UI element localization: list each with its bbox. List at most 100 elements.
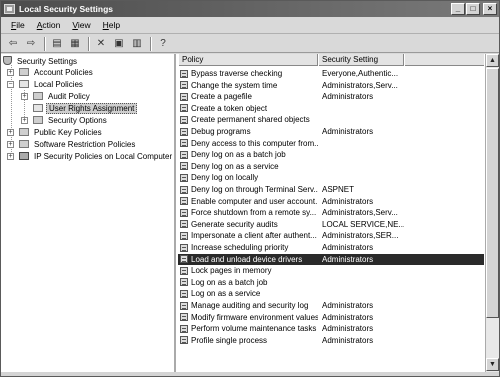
tree-node-software-restriction-policies[interactable]: Software Restriction Policies	[19, 139, 137, 150]
policy-cell: Profile single process	[178, 335, 318, 346]
table-row[interactable]: Debug programs Administrators	[178, 126, 484, 137]
scroll-thumb[interactable]	[486, 68, 499, 318]
delete-icon[interactable]: ✕	[93, 37, 109, 51]
policy-cell: Manage auditing and security log	[178, 300, 318, 311]
close-icon[interactable]: ×	[483, 3, 497, 15]
folder-icon	[19, 139, 29, 148]
policy-list[interactable]: Policy Security Setting Bypass traverse …	[178, 54, 484, 372]
tree-node-security-options[interactable]: Security Options	[33, 115, 109, 126]
table-row[interactable]: Modify firmware environment values Admini…	[178, 312, 484, 323]
tree-node-label: Public Key Policies	[34, 128, 102, 137]
tree-node-public-key-policies[interactable]: Public Key Policies	[19, 127, 104, 138]
tree-node-account-policies[interactable]: Account Policies	[19, 67, 95, 78]
table-row[interactable]: Create a token object	[178, 103, 484, 114]
table-row[interactable]: Deny log on as a batch job	[178, 149, 484, 160]
help-icon[interactable]: ?	[155, 37, 171, 51]
scroll-down-icon[interactable]: ▼	[486, 358, 499, 371]
table-row[interactable]: Load and unload device drivers Administra…	[178, 253, 484, 265]
toolbar-separator	[88, 36, 90, 51]
security-setting-cell: Administrators	[322, 312, 374, 322]
policy-name: Lock pages in memory	[191, 266, 272, 276]
expand-icon[interactable]: +	[7, 69, 14, 76]
policy-cell: Create a pagefile	[178, 91, 318, 102]
table-row[interactable]: Increase scheduling priority Administrato…	[178, 242, 484, 253]
table-row[interactable]: Perform volume maintenance tasks Administ…	[178, 323, 484, 334]
tree-node-ip-security-policies[interactable]: IP Security Policies on Local Computer	[19, 151, 174, 162]
table-row[interactable]: Deny access to this computer from...	[178, 138, 484, 149]
tree-node-root[interactable]: Security Settings	[3, 56, 79, 67]
table-row[interactable]: Log on as a service	[178, 288, 484, 299]
properties-icon[interactable]: ▣	[111, 37, 127, 51]
policy-icon	[180, 197, 188, 206]
tree-node-label: Audit Policy	[48, 92, 90, 101]
menu-action[interactable]: Action	[31, 17, 67, 34]
show-hide-tree-icon[interactable]: ▦	[67, 37, 83, 51]
policy-name: Bypass traverse checking	[191, 69, 283, 78]
table-row[interactable]: Log on as a batch job	[178, 277, 484, 288]
tree-pane[interactable]: Security Settings + Account Policies − L…	[1, 54, 176, 372]
table-row[interactable]: Force shutdown from a remote sy... Admini…	[178, 207, 484, 218]
table-row[interactable]: Create a pagefile Administrators	[178, 91, 484, 102]
policy-icon	[180, 278, 188, 287]
security-setting-cell: Administrators,Serv...	[322, 80, 398, 90]
collapse-icon[interactable]: −	[7, 81, 14, 88]
security-setting-cell	[318, 149, 404, 160]
table-row[interactable]: Deny log on through Terminal Serv... ASPN…	[178, 184, 484, 195]
table-row[interactable]: Change the system time Administrators,Ser…	[178, 80, 484, 91]
expand-icon[interactable]: +	[21, 117, 28, 124]
export-list-icon[interactable]: ▥	[129, 37, 145, 51]
expand-icon[interactable]: +	[7, 141, 14, 148]
security-setting-cell	[318, 114, 404, 125]
window-title: Local Security Settings	[19, 4, 113, 14]
column-header-security-setting[interactable]: Security Setting	[318, 54, 404, 66]
table-row[interactable]: Impersonate a client after authent... Adm…	[178, 230, 484, 241]
tree-node-label: Security Options	[48, 116, 107, 125]
folder-icon	[33, 91, 43, 100]
table-row[interactable]: Manage auditing and security log Administ…	[178, 300, 484, 311]
security-setting-cell	[318, 265, 404, 276]
forward-arrow-icon[interactable]: ⇨	[23, 37, 39, 51]
table-row[interactable]: Enable computer and user account... Admin…	[178, 196, 484, 207]
policy-name: Profile single process	[191, 335, 268, 345]
menu-view[interactable]: View	[66, 17, 96, 34]
scroll-up-icon[interactable]: ▲	[486, 54, 499, 67]
maximize-icon[interactable]: □	[466, 3, 480, 15]
menu-file-label: ile	[16, 19, 25, 30]
security-setting-cell: Administrators	[318, 253, 404, 265]
tree-node-audit-policy[interactable]: Audit Policy	[33, 91, 92, 102]
table-row[interactable]: Lock pages in memory	[178, 265, 484, 276]
table-row[interactable]: Generate security audits LOCAL SERVICE,NE…	[178, 219, 484, 230]
expand-icon[interactable]: +	[21, 93, 28, 100]
tree-node-user-rights-assignment[interactable]: User Rights Assignment	[33, 103, 138, 114]
folder-icon	[33, 115, 43, 124]
table-row[interactable]: Deny log on as a service	[178, 161, 484, 172]
policy-name: Modify firmware environment values	[191, 312, 318, 322]
list-header: Policy Security Setting	[178, 54, 484, 66]
policy-icon	[180, 104, 188, 113]
tree-node-local-policies[interactable]: Local Policies	[19, 79, 85, 90]
folder-icon	[19, 127, 29, 136]
menu-help[interactable]: Help	[97, 17, 126, 34]
title-bar[interactable]: Local Security Settings _ □ ×	[1, 1, 499, 17]
vertical-scrollbar[interactable]: ▲ ▼	[485, 54, 499, 372]
menu-file[interactable]: File	[5, 17, 31, 34]
security-setting-cell: Administrators	[322, 196, 374, 206]
main-window: Local Security Settings _ □ × File Actio…	[0, 0, 500, 377]
policy-icon	[180, 266, 188, 275]
back-arrow-icon[interactable]: ⇦	[5, 37, 21, 51]
policy-cell: Enable computer and user account...	[178, 196, 318, 207]
expand-icon[interactable]: +	[7, 129, 14, 136]
table-row[interactable]: Create permanent shared objects	[178, 114, 484, 125]
policy-cell: Generate security audits	[178, 219, 318, 230]
expand-icon[interactable]: +	[7, 153, 14, 160]
minimize-icon[interactable]: _	[451, 3, 465, 15]
up-folder-icon[interactable]: ▤	[49, 37, 65, 51]
column-header-policy[interactable]: Policy	[178, 54, 318, 66]
policy-name: Deny log on as a batch job	[191, 150, 286, 160]
security-setting-cell: ASPNET	[322, 185, 355, 194]
table-row[interactable]: Deny log on locally	[178, 172, 484, 183]
table-row[interactable]: Profile single process Administrators	[178, 335, 484, 346]
policy-cell: Deny log on locally	[178, 172, 318, 183]
table-row[interactable]: Bypass traverse checking Everyone,Authent…	[178, 68, 484, 79]
policy-icon	[180, 220, 188, 229]
